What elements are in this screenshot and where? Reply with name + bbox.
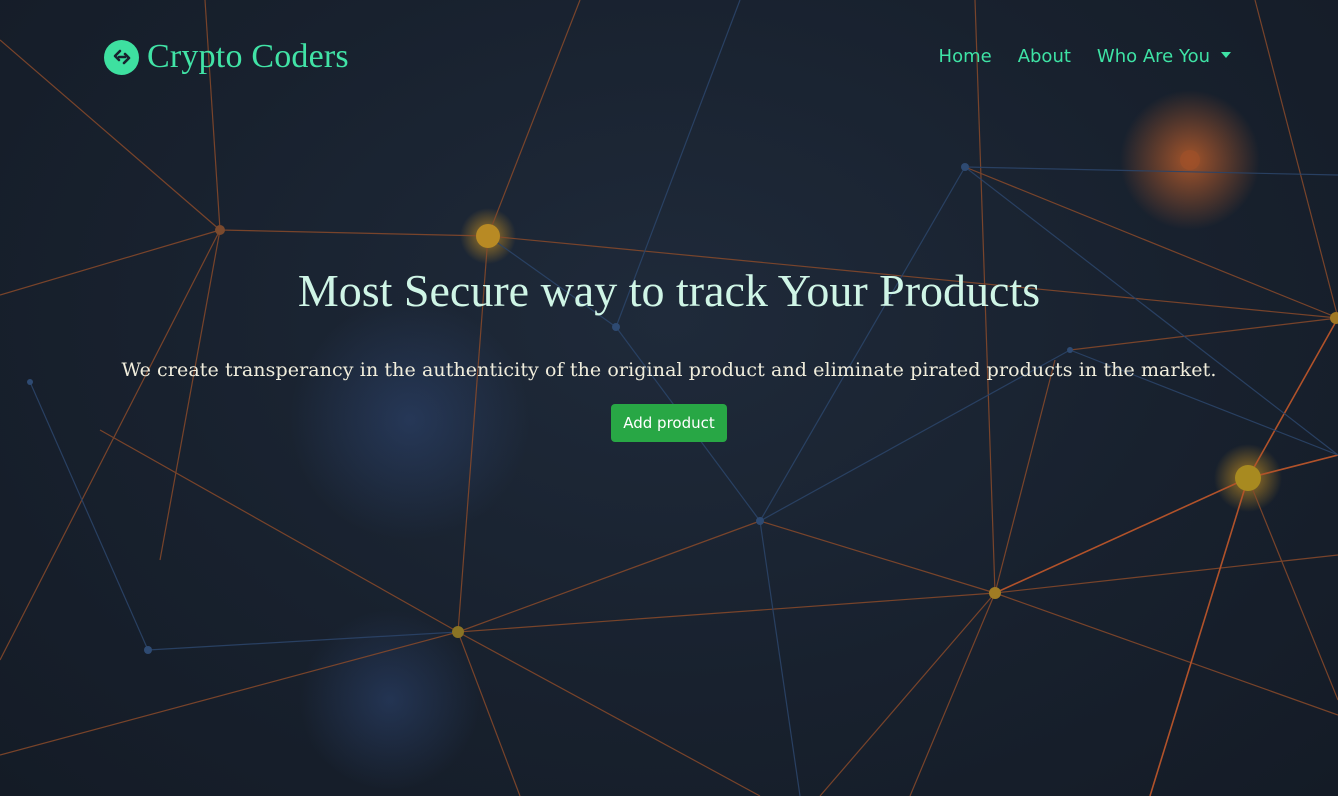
chain-link-icon xyxy=(104,39,139,75)
top-navbar: Crypto Coders Home About Who Are You xyxy=(0,0,1338,118)
nav-item-who-are-you-dropdown[interactable]: Who Are You xyxy=(1097,46,1231,67)
brand-name: Crypto Coders xyxy=(147,38,349,75)
hero-title: Most Secure way to track Your Products xyxy=(297,265,1041,316)
nav-item-about[interactable]: About xyxy=(1018,46,1071,67)
hero-subtitle: We create transperancy in the authentici… xyxy=(121,359,1217,381)
brand-link[interactable]: Crypto Coders xyxy=(104,38,349,76)
add-product-button[interactable]: Add product xyxy=(611,404,727,442)
nav-item-who-are-you-label: Who Are You xyxy=(1096,46,1210,67)
hero-section: Most Secure way to track Your Products W… xyxy=(0,262,1338,442)
caret-down-icon xyxy=(1221,52,1231,58)
nav-item-home[interactable]: Home xyxy=(939,46,992,67)
nav-menu: Home About Who Are You xyxy=(913,46,1231,67)
